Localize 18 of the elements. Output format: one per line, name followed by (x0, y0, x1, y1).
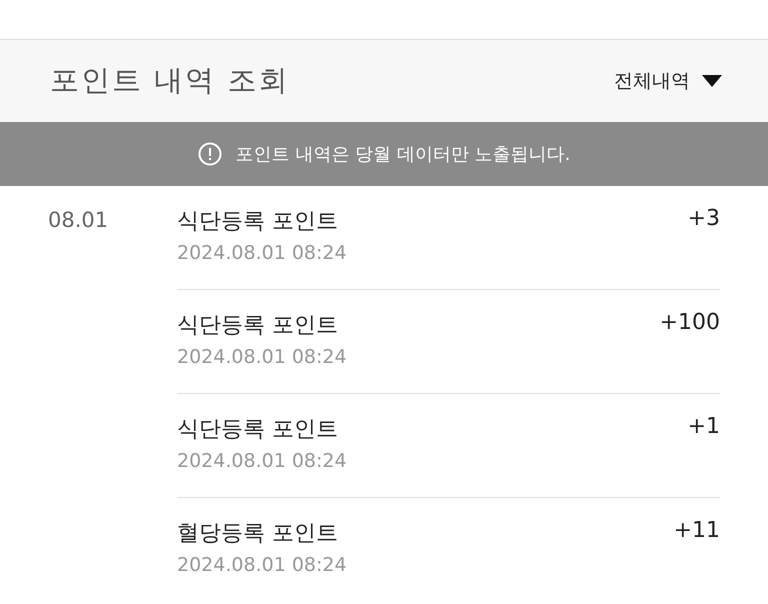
entry-time: 2024.08.01 08:24 (177, 450, 347, 472)
points-value: +3 (688, 206, 720, 231)
entry-title: 식단등록 포인트 (177, 208, 339, 236)
exclamation-icon (198, 142, 222, 166)
points-value: +11 (674, 518, 720, 543)
page-title: 포인트 내역 조회 (50, 62, 290, 99)
points-value: +100 (660, 310, 720, 335)
caret-icon (702, 75, 722, 87)
date-label: 08.01 (48, 208, 108, 232)
entry-title: 혈당등록 포인트 (177, 520, 339, 548)
entry-title: 식단등록 포인트 (177, 416, 339, 444)
notice-text: 포인트 내역은 당월 데이터만 노출됩니다. (236, 143, 570, 166)
entry-time: 2024.08.01 08:24 (177, 242, 347, 264)
entry-title: 식단등록 포인트 (177, 312, 339, 340)
entry-time: 2024.08.01 08:24 (177, 554, 347, 576)
entry-time: 2024.08.01 08:24 (177, 346, 347, 368)
points-value: +1 (688, 414, 720, 439)
filter-dropdown[interactable]: 전체내역 (614, 64, 722, 98)
